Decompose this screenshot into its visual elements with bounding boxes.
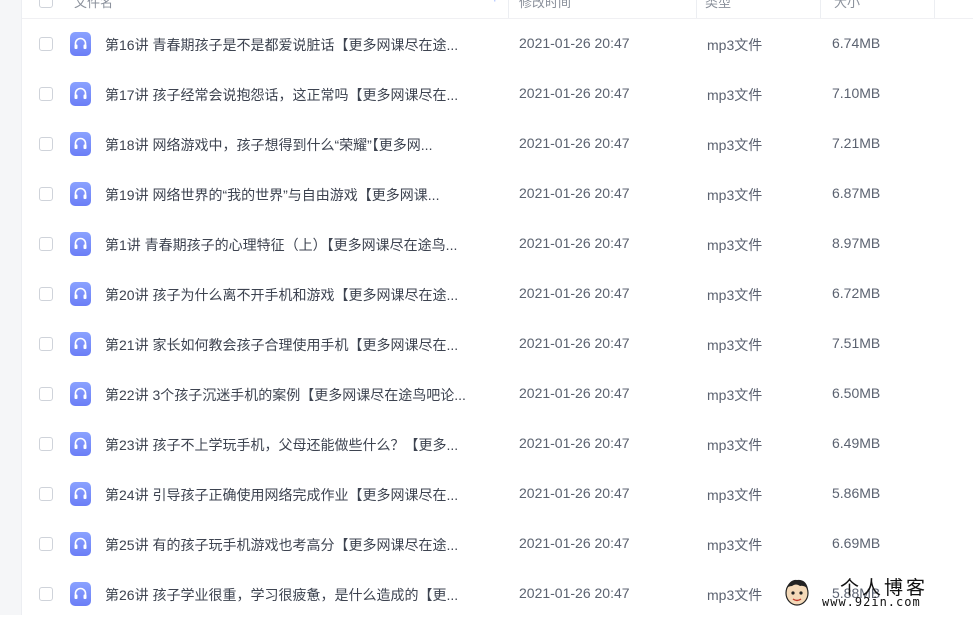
file-type: mp3文件 [707, 287, 763, 303]
column-header-size[interactable]: 大小 [834, 0, 860, 11]
table-row[interactable]: 第19讲 网络世界的“我的世界”与自由游戏【更多网课... 2021-01-26 … [22, 169, 973, 219]
file-size: 6.69MB [832, 535, 881, 551]
table-row[interactable]: 第20讲 孩子为什么离不开手机和游戏【更多网课尽在途... 2021-01-26 … [22, 269, 973, 319]
file-modified-time: 2021-01-26 20:47 [519, 135, 630, 151]
file-modified-time: 2021-01-26 20:47 [519, 185, 630, 201]
table-row[interactable]: 第25讲 有的孩子玩手机游戏也考高分【更多网课尽在途... 2021-01-26 … [22, 519, 973, 569]
file-modified-time: 2021-01-26 20:47 [519, 335, 630, 351]
file-type: mp3文件 [707, 387, 763, 403]
file-name[interactable]: 第24讲 引导孩子正确使用网络完成作业【更多网课尽在... [105, 485, 458, 505]
file-list: 文件名 ↑ 修改时间 类型 大小 第16讲 青春期孩子是不是都爱说脏话【更多网课… [22, 0, 973, 619]
file-name[interactable]: 第17讲 孩子经常会说抱怨话，这正常吗【更多网课尽在... [105, 85, 458, 105]
column-divider[interactable] [508, 0, 509, 18]
file-name[interactable]: 第1讲 青春期孩子的心理特征（上）【更多网课尽在途鸟... [105, 235, 457, 255]
table-row[interactable]: 第17讲 孩子经常会说抱怨话，这正常吗【更多网课尽在... 2021-01-26 … [22, 69, 973, 119]
file-name[interactable]: 第26讲 孩子学业很重，学习很疲惫，是什么造成的【更... [105, 585, 458, 605]
file-name[interactable]: 第20讲 孩子为什么离不开手机和游戏【更多网课尽在途... [105, 285, 458, 305]
table-row[interactable]: 第22讲 3个孩子沉迷手机的案例【更多网课尽在途鸟吧论... 2021-01-26… [22, 369, 973, 419]
file-modified-time: 2021-01-26 20:47 [519, 85, 630, 101]
row-checkbox[interactable] [39, 437, 53, 451]
audio-file-icon [70, 232, 91, 256]
file-size: 5.86MB [832, 485, 881, 501]
file-modified-time: 2021-01-26 20:47 [519, 585, 630, 601]
column-header-type[interactable]: 类型 [705, 0, 731, 11]
audio-file-icon [70, 432, 91, 456]
blog-watermark: 个人博客 www.92in.com [782, 573, 973, 615]
cartoon-avatar-icon [785, 579, 809, 606]
audio-file-icon [70, 132, 91, 156]
file-type: mp3文件 [707, 87, 763, 103]
file-name[interactable]: 第18讲 网络游戏中，孩子想得到什么“荣耀”【更多网... [105, 135, 432, 155]
table-row[interactable]: 第1讲 青春期孩子的心理特征（上）【更多网课尽在途鸟... 2021-01-26 … [22, 219, 973, 269]
file-rows: 第16讲 青春期孩子是不是都爱说脏话【更多网课尽在途... 2021-01-26 … [22, 19, 973, 619]
row-checkbox[interactable] [39, 137, 53, 151]
file-list-header: 文件名 ↑ 修改时间 类型 大小 [22, 0, 973, 19]
file-type: mp3文件 [707, 187, 763, 203]
row-checkbox[interactable] [39, 287, 53, 301]
file-size: 6.50MB [832, 385, 881, 401]
sort-ascending-icon[interactable]: ↑ [492, 0, 498, 4]
row-checkbox[interactable] [39, 337, 53, 351]
audio-file-icon [70, 182, 91, 206]
file-size: 7.51MB [832, 335, 881, 351]
file-size: 7.10MB [832, 85, 881, 101]
file-modified-time: 2021-01-26 20:47 [519, 285, 630, 301]
file-modified-time: 2021-01-26 20:47 [519, 385, 630, 401]
file-type: mp3文件 [707, 587, 763, 603]
file-modified-time: 2021-01-26 20:47 [519, 435, 630, 451]
file-type: mp3文件 [707, 137, 763, 153]
file-size: 6.72MB [832, 285, 881, 301]
file-modified-time: 2021-01-26 20:47 [519, 35, 630, 51]
file-name[interactable]: 第25讲 有的孩子玩手机游戏也考高分【更多网课尽在途... [105, 535, 458, 555]
row-checkbox[interactable] [39, 487, 53, 501]
audio-file-icon [70, 282, 91, 306]
file-size: 6.74MB [832, 35, 881, 51]
file-name[interactable]: 第21讲 家长如何教会孩子合理使用手机【更多网课尽在... [105, 335, 458, 355]
file-name[interactable]: 第22讲 3个孩子沉迷手机的案例【更多网课尽在途鸟吧论... [105, 385, 466, 405]
column-divider[interactable] [696, 0, 697, 18]
table-row[interactable]: 第24讲 引导孩子正确使用网络完成作业【更多网课尽在... 2021-01-26 … [22, 469, 973, 519]
select-all-checkbox[interactable] [39, 0, 53, 8]
watermark-url: www.92in.com [822, 595, 921, 609]
file-size: 7.21MB [832, 135, 881, 151]
file-size: 6.87MB [832, 185, 881, 201]
table-row[interactable]: 第21讲 家长如何教会孩子合理使用手机【更多网课尽在... 2021-01-26 … [22, 319, 973, 369]
row-checkbox[interactable] [39, 537, 53, 551]
audio-file-icon [70, 582, 91, 606]
audio-file-icon [70, 482, 91, 506]
audio-file-icon [70, 32, 91, 56]
table-row[interactable]: 第18讲 网络游戏中，孩子想得到什么“荣耀”【更多网... 2021-01-26 … [22, 119, 973, 169]
row-checkbox[interactable] [39, 87, 53, 101]
file-size: 8.97MB [832, 235, 881, 251]
audio-file-icon [70, 532, 91, 556]
file-type: mp3文件 [707, 487, 763, 503]
file-type: mp3文件 [707, 437, 763, 453]
file-name[interactable]: 第23讲 孩子不上学玩手机，父母还能做些什么？【更多... [105, 435, 458, 455]
file-name[interactable]: 第19讲 网络世界的“我的世界”与自由游戏【更多网课... [105, 185, 439, 205]
file-type: mp3文件 [707, 37, 763, 53]
row-checkbox[interactable] [39, 237, 53, 251]
left-panel-edge [0, 0, 22, 615]
table-row[interactable]: 第23讲 孩子不上学玩手机，父母还能做些什么？【更多... 2021-01-26 … [22, 419, 973, 469]
file-modified-time: 2021-01-26 20:47 [519, 535, 630, 551]
row-checkbox[interactable] [39, 387, 53, 401]
audio-file-icon [70, 382, 91, 406]
file-modified-time: 2021-01-26 20:47 [519, 485, 630, 501]
row-checkbox[interactable] [39, 587, 53, 601]
table-row[interactable]: 第16讲 青春期孩子是不是都爱说脏话【更多网课尽在途... 2021-01-26 … [22, 19, 973, 69]
column-divider[interactable] [820, 0, 821, 18]
audio-file-icon [70, 332, 91, 356]
file-type: mp3文件 [707, 337, 763, 353]
file-modified-time: 2021-01-26 20:47 [519, 235, 630, 251]
column-divider[interactable] [934, 0, 935, 18]
column-header-time[interactable]: 修改时间 [519, 0, 571, 11]
file-size: 6.49MB [832, 435, 881, 451]
file-type: mp3文件 [707, 237, 763, 253]
column-header-name[interactable]: 文件名 [74, 0, 113, 11]
file-type: mp3文件 [707, 537, 763, 553]
audio-file-icon [70, 82, 91, 106]
file-name[interactable]: 第16讲 青春期孩子是不是都爱说脏话【更多网课尽在途... [105, 35, 458, 55]
row-checkbox[interactable] [39, 37, 53, 51]
row-checkbox[interactable] [39, 187, 53, 201]
